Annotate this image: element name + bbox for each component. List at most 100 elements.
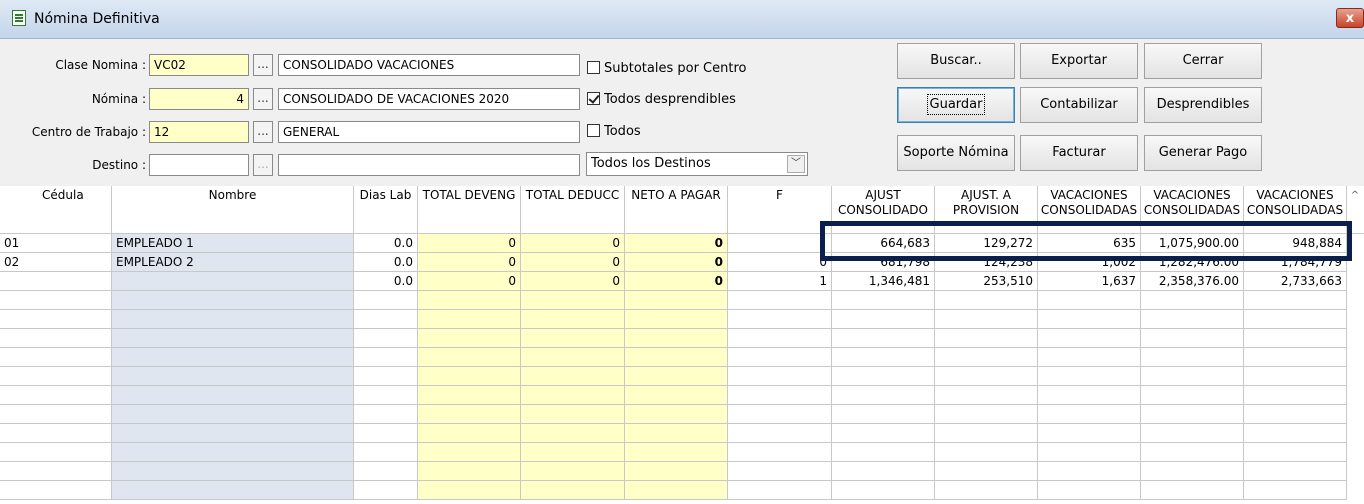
cell-f[interactable] [728, 405, 832, 424]
cell-dias[interactable] [354, 386, 418, 405]
cell-neto[interactable] [625, 310, 728, 329]
cell-dias[interactable]: 0.0 [354, 272, 418, 291]
table-row-empty[interactable] [0, 443, 1364, 462]
cell-dias[interactable]: 0.0 [354, 253, 418, 272]
table-row-empty[interactable] [0, 462, 1364, 481]
cell-prov[interactable] [935, 291, 1038, 310]
nomina-number-field[interactable]: 4 [149, 88, 249, 110]
cell-vac2[interactable] [1141, 291, 1244, 310]
cell-prov[interactable]: 124,238 [935, 253, 1038, 272]
cell-vac1[interactable] [1038, 443, 1141, 462]
destino-code-field[interactable] [149, 154, 249, 176]
header-vacaciones-3[interactable]: VACACIONES CONSOLIDADAS [1244, 186, 1347, 234]
desprendibles-button[interactable]: Desprendibles [1144, 87, 1262, 123]
cell-nombre[interactable] [112, 310, 354, 329]
centro-trabajo-lookup-button[interactable]: ... [253, 121, 273, 143]
cell-prov[interactable] [935, 348, 1038, 367]
cell-f[interactable] [728, 310, 832, 329]
cell-dev[interactable]: 0 [418, 253, 521, 272]
cell-dev[interactable] [418, 310, 521, 329]
cell-vac2[interactable] [1141, 424, 1244, 443]
cell-cedula[interactable] [0, 405, 112, 424]
cell-vac3[interactable] [1244, 386, 1347, 405]
table-row-empty[interactable] [0, 329, 1364, 348]
cell-prov[interactable] [935, 424, 1038, 443]
cell-cedula[interactable] [0, 367, 112, 386]
cell-dias[interactable] [354, 405, 418, 424]
header-dias-lab[interactable]: Dias Lab [354, 186, 418, 234]
cell-vac1[interactable]: 635 [1038, 234, 1141, 253]
guardar-button[interactable]: Guardar [897, 87, 1015, 123]
cell-ajust[interactable] [832, 310, 935, 329]
cell-vac3[interactable] [1244, 310, 1347, 329]
subtotales-checkbox[interactable]: Subtotales por Centro [587, 59, 746, 79]
contabilizar-button[interactable]: Contabilizar [1020, 87, 1138, 123]
cell-nombre[interactable] [112, 348, 354, 367]
cell-f[interactable] [728, 481, 832, 500]
cell-f[interactable] [728, 443, 832, 462]
cell-vac1[interactable]: 1,002 [1038, 253, 1141, 272]
cell-vac2[interactable] [1141, 481, 1244, 500]
destinos-select[interactable]: Todos los Destinos ﹀ [586, 152, 808, 176]
cell-ded[interactable] [521, 405, 625, 424]
cell-dias[interactable] [354, 367, 418, 386]
cell-vac3[interactable]: 2,733,663 [1244, 272, 1347, 291]
clase-nomina-lookup-button[interactable]: ... [253, 54, 273, 76]
cell-dias[interactable] [354, 291, 418, 310]
cell-nombre[interactable] [112, 481, 354, 500]
table-row-empty[interactable] [0, 291, 1364, 310]
cell-prov[interactable] [935, 386, 1038, 405]
cell-dias[interactable] [354, 462, 418, 481]
cell-cedula[interactable]: 02 [0, 253, 112, 272]
centro-trabajo-code-field[interactable]: 12 [149, 121, 249, 143]
cell-cedula[interactable] [0, 329, 112, 348]
cell-dias[interactable] [354, 348, 418, 367]
cell-neto[interactable]: 0 [625, 234, 728, 253]
nomina-desc-field[interactable]: CONSOLIDADO DE VACACIONES 2020 [278, 88, 580, 110]
cell-neto[interactable] [625, 291, 728, 310]
cell-prov[interactable] [935, 310, 1038, 329]
cell-neto[interactable] [625, 481, 728, 500]
cell-nombre[interactable] [112, 443, 354, 462]
cell-ajust[interactable]: 681,798 [832, 253, 935, 272]
scroll-up-icon[interactable]: ^ [1348, 190, 1362, 206]
cell-vac1[interactable] [1038, 405, 1141, 424]
cell-cedula[interactable] [0, 481, 112, 500]
cell-vac2[interactable]: 1,075,900.00 [1141, 234, 1244, 253]
table-row[interactable]: 02 EMPLEADO 2 0.0 0 0 0 0 681,798 124,238 1,002 1,… [0, 253, 1364, 272]
cell-ajust[interactable] [832, 329, 935, 348]
cell-prov[interactable] [935, 462, 1038, 481]
cell-ajust[interactable] [832, 405, 935, 424]
cell-ded[interactable] [521, 348, 625, 367]
cell-nombre[interactable] [112, 367, 354, 386]
cell-ded[interactable] [521, 462, 625, 481]
table-row-empty[interactable] [0, 424, 1364, 443]
cell-neto[interactable] [625, 405, 728, 424]
clase-nomina-desc-field[interactable]: CONSOLIDADO VACACIONES [278, 54, 580, 76]
cell-vac1[interactable] [1038, 424, 1141, 443]
close-button[interactable]: x [1336, 8, 1364, 28]
cell-cedula[interactable] [0, 291, 112, 310]
cell-vac1[interactable] [1038, 329, 1141, 348]
cell-neto[interactable] [625, 367, 728, 386]
cell-vac1[interactable] [1038, 462, 1141, 481]
cell-dev[interactable] [418, 367, 521, 386]
cell-f[interactable] [728, 386, 832, 405]
header-f[interactable]: F [728, 186, 832, 234]
cell-ded[interactable] [521, 386, 625, 405]
cell-nombre[interactable] [112, 405, 354, 424]
table-row[interactable]: 0.0 0 0 0 1 1,346,481 253,510 1,637 2,358,376.00… [0, 272, 1364, 291]
header-nombre[interactable]: Nombre [112, 186, 354, 234]
cell-vac2[interactable] [1141, 386, 1244, 405]
cell-vac1[interactable] [1038, 481, 1141, 500]
table-row-empty[interactable] [0, 348, 1364, 367]
cell-neto[interactable] [625, 462, 728, 481]
table-row-empty[interactable] [0, 367, 1364, 386]
cell-vac3[interactable] [1244, 424, 1347, 443]
cell-nombre[interactable]: EMPLEADO 1 [112, 234, 354, 253]
cell-dias[interactable] [354, 310, 418, 329]
cell-ded[interactable]: 0 [521, 272, 625, 291]
cell-neto[interactable]: 0 [625, 272, 728, 291]
cell-dev[interactable] [418, 405, 521, 424]
cell-cedula[interactable] [0, 310, 112, 329]
